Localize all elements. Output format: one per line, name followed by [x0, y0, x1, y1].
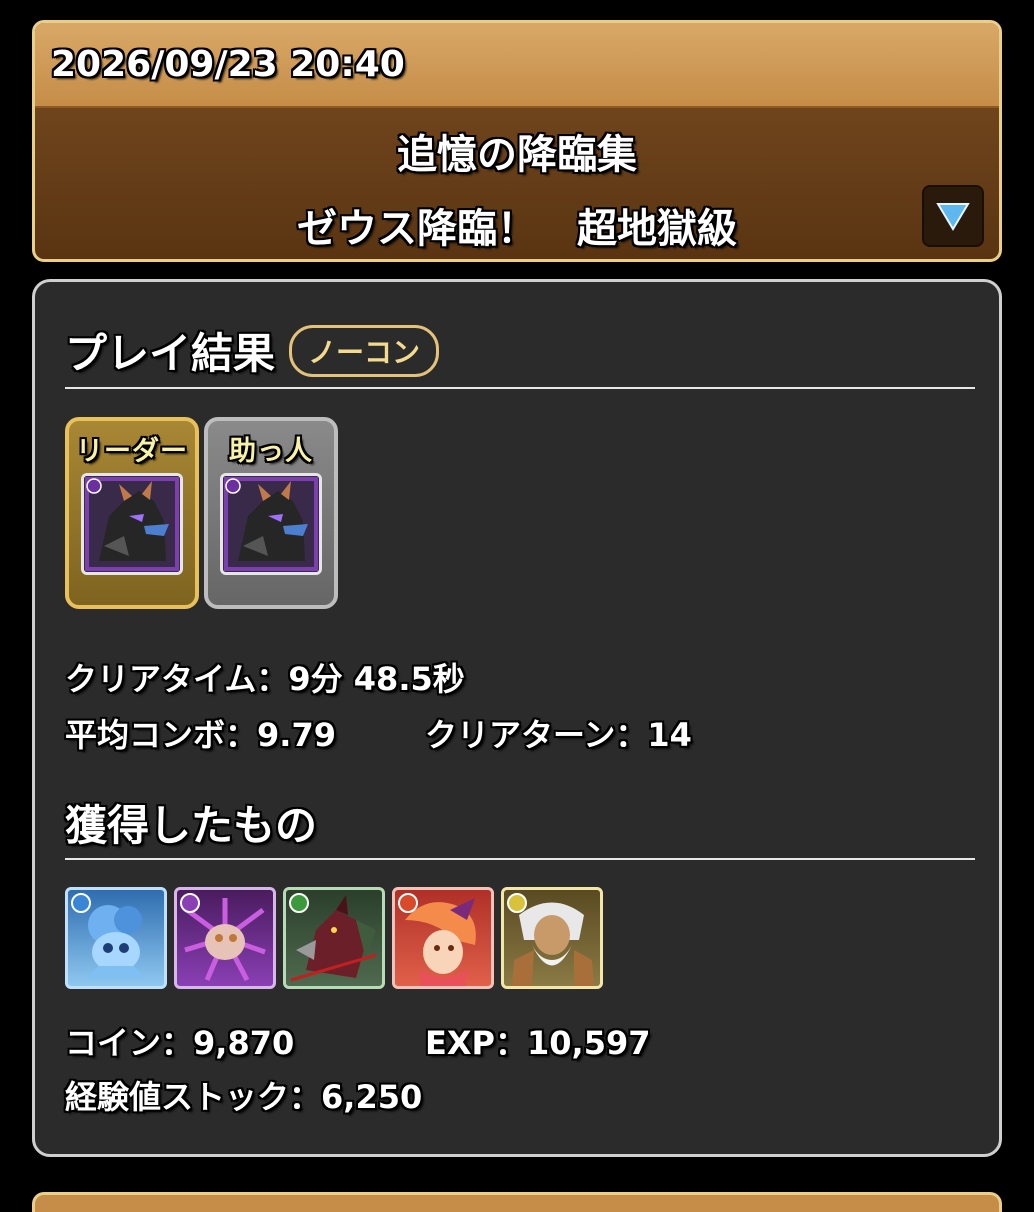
light-attribute-icon [507, 893, 527, 913]
no-continue-badge: ノーコン [289, 324, 440, 377]
next-header-card [32, 1192, 1002, 1212]
exp-stock-label: 経験値ストック： [65, 1078, 322, 1116]
clear-turn-value: 14 [647, 716, 692, 754]
reward-monster-water-icon[interactable] [65, 887, 167, 989]
avg-combo-row: 平均コンボ：9.79 [65, 710, 336, 756]
helper-monster-icon[interactable] [220, 473, 322, 575]
reward-monster-wood-icon[interactable] [283, 887, 385, 989]
play-result-heading: プレイ結果 ノーコン [65, 320, 440, 381]
helper-slot[interactable]: 助っ人 [204, 417, 338, 609]
dungeon-subtitle: ゼウス降臨！ 超地獄級 [297, 206, 737, 252]
avg-combo-value: 9.79 [257, 716, 336, 754]
dungeon-header-card: 2026/09/23 20:40 追憶の降臨集 ゼウス降臨！ 超地獄級 [32, 20, 1002, 262]
reward-monster-fire-icon[interactable] [392, 887, 494, 989]
fire-attribute-icon [398, 893, 418, 913]
divider [65, 858, 975, 860]
triangle-down-icon [936, 203, 970, 231]
reward-monster-dark-icon[interactable] [174, 887, 276, 989]
coin-label: コイン： [65, 1024, 194, 1062]
play-datetime: 2026/09/23 20:40 [51, 44, 405, 85]
coin-value: 9,870 [193, 1024, 295, 1062]
reward-monster-light-icon[interactable] [501, 887, 603, 989]
clear-time-row: クリアタイム：9分 48.5秒 [65, 654, 465, 700]
exp-stock-row: 経験値ストック：6,250 [65, 1072, 422, 1118]
rewards-heading: 獲得したもの [65, 792, 317, 853]
divider [65, 387, 975, 389]
dungeon-titles: 追憶の降臨集 ゼウス降臨！ 超地獄級 [35, 122, 999, 254]
exp-label: EXP： [425, 1024, 527, 1062]
rewards-title: 獲得したもの [65, 801, 318, 850]
clear-time-value: 9分 48.5秒 [288, 660, 465, 698]
leader-label: リーダー [76, 436, 188, 467]
expand-toggle-button[interactable] [922, 185, 984, 247]
exp-stock-value: 6,250 [321, 1078, 423, 1116]
play-result-title: プレイ結果 [65, 329, 276, 378]
clear-time-label: クリアタイム： [65, 660, 289, 698]
exp-value: 10,597 [527, 1024, 651, 1062]
avg-combo-label: 平均コンボ： [65, 716, 258, 754]
result-panel: プレイ結果 ノーコン リーダー 助っ人 クリアタイム：9分 48.5秒 平均コン… [32, 279, 1002, 1157]
helper-label: 助っ人 [229, 436, 313, 467]
water-attribute-icon [71, 893, 91, 913]
dungeon-title: 追憶の降臨集 [397, 132, 637, 178]
clear-turn-label: クリアターン： [425, 716, 648, 754]
leader-slot[interactable]: リーダー [65, 417, 199, 609]
wood-attribute-icon [289, 893, 309, 913]
dark-attribute-icon [180, 893, 200, 913]
exp-row: EXP：10,597 [425, 1018, 650, 1064]
header-date-bar: 2026/09/23 20:40 [35, 23, 999, 108]
coin-row: コイン：9,870 [65, 1018, 294, 1064]
leader-monster-icon[interactable] [81, 473, 183, 575]
clear-turn-row: クリアターン：14 [425, 710, 692, 756]
